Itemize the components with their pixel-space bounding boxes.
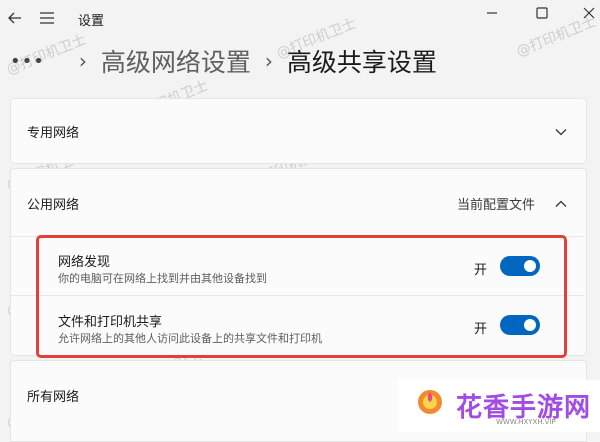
current-profile-tag: 当前配置文件 — [457, 198, 536, 213]
breadcrumb-separator: › — [78, 49, 87, 73]
brand-url: WWW.HXYXH.VIP — [496, 418, 556, 426]
section-private-network[interactable]: 专用网络 — [10, 98, 587, 164]
section-label: 所有网络 — [27, 390, 80, 405]
brand-logo: 花香手游网 WWW.HXYXH.VIP — [398, 380, 600, 432]
breadcrumb-parent-link[interactable]: 高级网络设置 — [101, 43, 251, 79]
section-label: 专用网络 — [27, 126, 80, 141]
title-bar: 设置 — [0, 0, 600, 36]
minimize-icon[interactable] — [485, 5, 499, 19]
hamburger-menu-icon[interactable] — [38, 9, 56, 27]
highlight-annotation — [36, 235, 567, 358]
breadcrumb: ••• › 高级网络设置 › 高级共享设置 — [10, 40, 437, 82]
chevron-down-icon[interactable] — [554, 124, 568, 138]
breadcrumb-separator: › — [264, 49, 273, 73]
flower-logo-icon — [416, 388, 444, 416]
section-label: 公用网络 — [27, 198, 80, 213]
chevron-up-icon[interactable] — [554, 196, 568, 210]
window-title: 设置 — [78, 14, 105, 29]
more-options-icon[interactable]: ••• — [10, 51, 45, 72]
page-title: 高级共享设置 — [286, 48, 437, 77]
back-arrow-icon[interactable] — [6, 9, 24, 27]
maximize-icon[interactable] — [535, 5, 549, 19]
close-icon[interactable] — [582, 5, 596, 19]
